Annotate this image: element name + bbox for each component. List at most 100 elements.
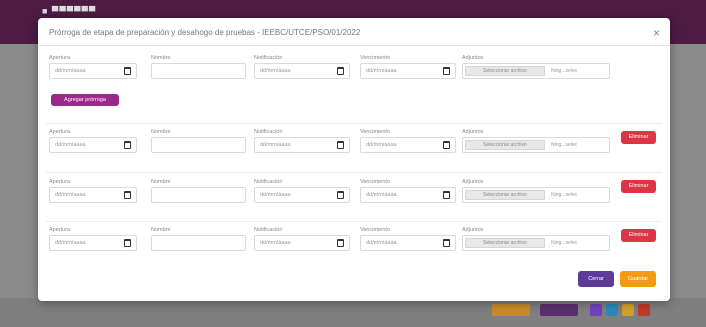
- calendar-icon[interactable]: [124, 239, 131, 247]
- calendar-icon[interactable]: [443, 67, 450, 75]
- close-icon[interactable]: ×: [653, 26, 660, 40]
- apertura-date-input[interactable]: dd/mm/aaaa: [49, 235, 137, 251]
- apertura-field: Apertura dd/mm/aaaa: [49, 226, 137, 251]
- apertura-label: Apertura: [49, 227, 71, 233]
- remove-row-button[interactable]: Eliminar: [621, 180, 656, 193]
- calendar-icon[interactable]: [337, 67, 344, 75]
- calendar-icon[interactable]: [337, 141, 344, 149]
- background-button: [540, 304, 578, 316]
- apertura-date-input[interactable]: dd/mm/aaaa: [49, 137, 137, 153]
- select-file-button[interactable]: Seleccionar archivo: [465, 140, 545, 150]
- adjuntos-file-input[interactable]: Seleccionar archivo Ning...selec: [462, 235, 610, 251]
- divider: [46, 221, 662, 222]
- divider: [38, 45, 670, 46]
- adjuntos-label: Adjuntos: [462, 179, 484, 185]
- background-button: [492, 304, 530, 316]
- adjuntos-label: Adjuntos: [462, 227, 484, 233]
- calendar-icon[interactable]: [443, 239, 450, 247]
- nombre-input[interactable]: [151, 187, 246, 203]
- notificacion-date-input[interactable]: dd/mm/aaaa: [254, 235, 350, 251]
- nombre-input[interactable]: [151, 63, 246, 79]
- adjuntos-file-input[interactable]: Seleccionar archivo Ning...selec: [462, 187, 610, 203]
- nombre-label: Nombre: [151, 55, 171, 61]
- adjuntos-label: Adjuntos: [462, 129, 484, 135]
- calendar-icon[interactable]: [443, 191, 450, 199]
- calendar-icon[interactable]: [124, 141, 131, 149]
- calendar-icon[interactable]: [337, 239, 344, 247]
- nombre-field: Nombre: [151, 54, 246, 79]
- apertura-label: Apertura: [49, 129, 71, 135]
- vencimiento-date-input[interactable]: dd/mm/aaaa: [360, 63, 456, 79]
- vencimiento-label: Vencimiento: [360, 227, 390, 233]
- save-button[interactable]: Guardar: [620, 271, 656, 287]
- apertura-field: Apertura dd/mm/aaaa: [49, 178, 137, 203]
- remove-row-button[interactable]: Eliminar: [621, 131, 656, 144]
- adjuntos-label: Adjuntos: [462, 55, 484, 61]
- adjuntos-file-input[interactable]: Seleccionar archivo Ning...selec: [462, 63, 610, 79]
- apertura-label: Apertura: [49, 55, 71, 61]
- remove-row-button[interactable]: Eliminar: [621, 229, 656, 242]
- vencimiento-field: Vencimiento dd/mm/aaaa: [360, 226, 456, 251]
- file-name: Ning...selec: [551, 240, 578, 246]
- notificacion-field: Notificación dd/mm/aaaa: [254, 128, 350, 153]
- nombre-label: Nombre: [151, 129, 171, 135]
- adjuntos-field: Adjuntos Seleccionar archivo Ning...selec: [462, 128, 610, 153]
- file-name: Ning...selec: [551, 142, 578, 148]
- vencimiento-label: Vencimiento: [360, 55, 390, 61]
- divider: [46, 123, 662, 124]
- nombre-field: Nombre: [151, 128, 246, 153]
- select-file-button[interactable]: Seleccionar archivo: [465, 66, 545, 76]
- notificacion-field: Notificación dd/mm/aaaa: [254, 54, 350, 79]
- app-logo: ■ ▀▀▀▀▀▀: [42, 6, 97, 16]
- calendar-icon[interactable]: [443, 141, 450, 149]
- select-file-button[interactable]: Seleccionar archivo: [465, 190, 545, 200]
- apertura-field: Apertura dd/mm/aaaa: [49, 54, 137, 79]
- notificacion-date-input[interactable]: dd/mm/aaaa: [254, 63, 350, 79]
- calendar-icon[interactable]: [337, 191, 344, 199]
- background-icon-button: [590, 304, 602, 316]
- adjuntos-file-input[interactable]: Seleccionar archivo Ning...selec: [462, 137, 610, 153]
- calendar-icon[interactable]: [124, 67, 131, 75]
- notificacion-field: Notificación dd/mm/aaaa: [254, 226, 350, 251]
- file-name: Ning...selec: [551, 192, 578, 198]
- vencimiento-label: Vencimiento: [360, 179, 390, 185]
- notificacion-date-input[interactable]: dd/mm/aaaa: [254, 187, 350, 203]
- notificacion-label: Notificación: [254, 179, 283, 185]
- divider: [46, 172, 662, 173]
- nombre-label: Nombre: [151, 227, 171, 233]
- notificacion-label: Notificación: [254, 129, 283, 135]
- background-icon-button: [606, 304, 618, 316]
- apertura-date-input[interactable]: dd/mm/aaaa: [49, 187, 137, 203]
- vencimiento-field: Vencimiento dd/mm/aaaa: [360, 178, 456, 203]
- adjuntos-field: Adjuntos Seleccionar archivo Ning...selec: [462, 178, 610, 203]
- file-name: Ning...selec: [551, 68, 578, 74]
- vencimiento-field: Vencimiento dd/mm/aaaa: [360, 54, 456, 79]
- background-icon-button: [638, 304, 650, 316]
- background-icon-button: [622, 304, 634, 316]
- adjuntos-field: Adjuntos Seleccionar archivo Ning...selec: [462, 226, 610, 251]
- vencimiento-date-input[interactable]: dd/mm/aaaa: [360, 235, 456, 251]
- add-prorroga-button[interactable]: Agregar prórroga: [51, 94, 119, 106]
- vencimiento-field: Vencimiento dd/mm/aaaa: [360, 128, 456, 153]
- notificacion-label: Notificación: [254, 227, 283, 233]
- apertura-field: Apertura dd/mm/aaaa: [49, 128, 137, 153]
- vencimiento-date-input[interactable]: dd/mm/aaaa: [360, 187, 456, 203]
- nombre-input[interactable]: [151, 235, 246, 251]
- close-button[interactable]: Cerrar: [578, 271, 614, 287]
- select-file-button[interactable]: Seleccionar archivo: [465, 238, 545, 248]
- nombre-input[interactable]: [151, 137, 246, 153]
- apertura-label: Apertura: [49, 179, 71, 185]
- modal-title: Prórroga de etapa de preparación y desah…: [49, 28, 361, 37]
- notificacion-date-input[interactable]: dd/mm/aaaa: [254, 137, 350, 153]
- nombre-field: Nombre: [151, 178, 246, 203]
- background-footer: [0, 298, 706, 327]
- nombre-label: Nombre: [151, 179, 171, 185]
- vencimiento-date-input[interactable]: dd/mm/aaaa: [360, 137, 456, 153]
- vencimiento-label: Vencimiento: [360, 129, 390, 135]
- notificacion-label: Notificación: [254, 55, 283, 61]
- notificacion-field: Notificación dd/mm/aaaa: [254, 178, 350, 203]
- calendar-icon[interactable]: [124, 191, 131, 199]
- nombre-field: Nombre: [151, 226, 246, 251]
- apertura-date-input[interactable]: dd/mm/aaaa: [49, 63, 137, 79]
- prorroga-modal: Prórroga de etapa de preparación y desah…: [38, 18, 670, 301]
